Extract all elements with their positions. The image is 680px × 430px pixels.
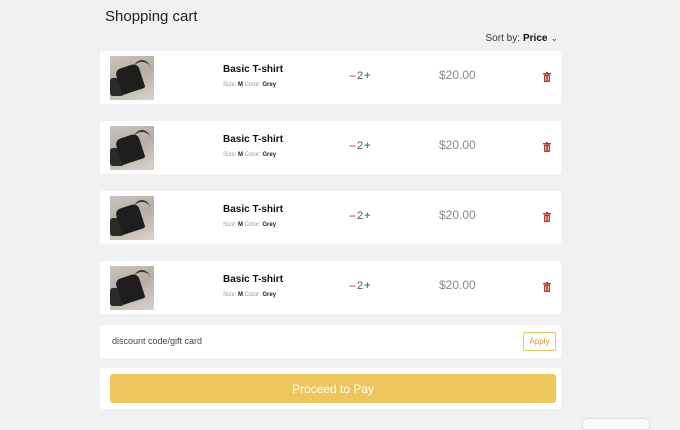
increase-button[interactable]: +: [364, 210, 370, 222]
item-price: $20.00: [439, 278, 476, 292]
product-thumbnail[interactable]: [110, 126, 154, 170]
item-price: $20.00: [439, 138, 476, 152]
discount-panel: discount code/gift card Apply: [100, 325, 561, 358]
color-value: Grey: [262, 292, 277, 298]
color-label: Color:: [244, 152, 261, 158]
increase-button[interactable]: +: [364, 70, 370, 82]
item-price: $20.00: [439, 68, 476, 82]
product-name[interactable]: Basic T-shirt: [223, 204, 283, 215]
decrease-button[interactable]: −: [349, 279, 356, 293]
cart-item: Basic T-shirt Size: M Color: Grey − 2 + …: [100, 261, 561, 314]
discount-code-input[interactable]: discount code/gift card: [112, 336, 202, 346]
trash-icon[interactable]: [543, 142, 551, 152]
cart-item: Basic T-shirt Size: M Color: Grey − 2 + …: [100, 51, 561, 104]
proceed-to-pay-button[interactable]: Proceed to Pay: [110, 374, 556, 403]
product-meta: Size: M Color: Grey: [223, 292, 276, 298]
trash-icon[interactable]: [543, 72, 551, 82]
sort-label: Sort by:: [485, 33, 520, 44]
size-label: Size:: [223, 152, 237, 158]
quantity-value: 2: [357, 210, 364, 222]
corner-widget[interactable]: [582, 418, 650, 430]
trash-icon[interactable]: [543, 212, 551, 222]
apply-button[interactable]: Apply: [523, 332, 556, 351]
item-price: $20.00: [439, 208, 476, 222]
quantity-value: 2: [357, 70, 364, 82]
quantity-value: 2: [357, 140, 364, 152]
color-label: Color:: [244, 222, 261, 228]
color-label: Color:: [244, 82, 261, 88]
product-name[interactable]: Basic T-shirt: [223, 64, 283, 75]
product-name[interactable]: Basic T-shirt: [223, 134, 283, 145]
sort-control[interactable]: Sort by: Price ⌄: [486, 33, 558, 44]
product-meta: Size: M Color: Grey: [223, 222, 276, 228]
quantity-stepper: − 2 +: [349, 69, 371, 83]
color-label: Color:: [244, 292, 261, 298]
product-thumbnail[interactable]: [110, 266, 154, 310]
checkout-panel: Proceed to Pay: [100, 368, 561, 409]
color-value: Grey: [262, 222, 277, 228]
product-thumbnail[interactable]: [110, 196, 154, 240]
quantity-stepper: − 2 +: [349, 279, 371, 293]
cart-item: Basic T-shirt Size: M Color: Grey − 2 + …: [100, 191, 561, 244]
decrease-button[interactable]: −: [349, 139, 356, 153]
page-title: Shopping cart: [105, 8, 198, 25]
quantity-stepper: − 2 +: [349, 209, 371, 223]
trash-icon[interactable]: [543, 282, 551, 292]
size-value: M: [238, 292, 244, 298]
color-value: Grey: [262, 82, 277, 88]
sort-value: Price: [522, 33, 548, 44]
decrease-button[interactable]: −: [349, 209, 356, 223]
cart-item: Basic T-shirt Size: M Color: Grey − 2 + …: [100, 121, 561, 174]
size-label: Size:: [223, 82, 237, 88]
size-value: M: [238, 82, 244, 88]
size-label: Size:: [223, 292, 237, 298]
size-value: M: [238, 222, 244, 228]
quantity-stepper: − 2 +: [349, 139, 371, 153]
product-meta: Size: M Color: Grey: [223, 152, 276, 158]
size-label: Size:: [223, 222, 237, 228]
decrease-button[interactable]: −: [349, 69, 356, 83]
increase-button[interactable]: +: [364, 140, 370, 152]
product-thumbnail[interactable]: [110, 56, 154, 100]
product-meta: Size: M Color: Grey: [223, 82, 276, 88]
chevron-down-icon: ⌄: [550, 33, 558, 43]
size-value: M: [238, 152, 244, 158]
increase-button[interactable]: +: [364, 280, 370, 292]
product-name[interactable]: Basic T-shirt: [223, 274, 283, 285]
color-value: Grey: [262, 152, 277, 158]
quantity-value: 2: [357, 280, 364, 292]
